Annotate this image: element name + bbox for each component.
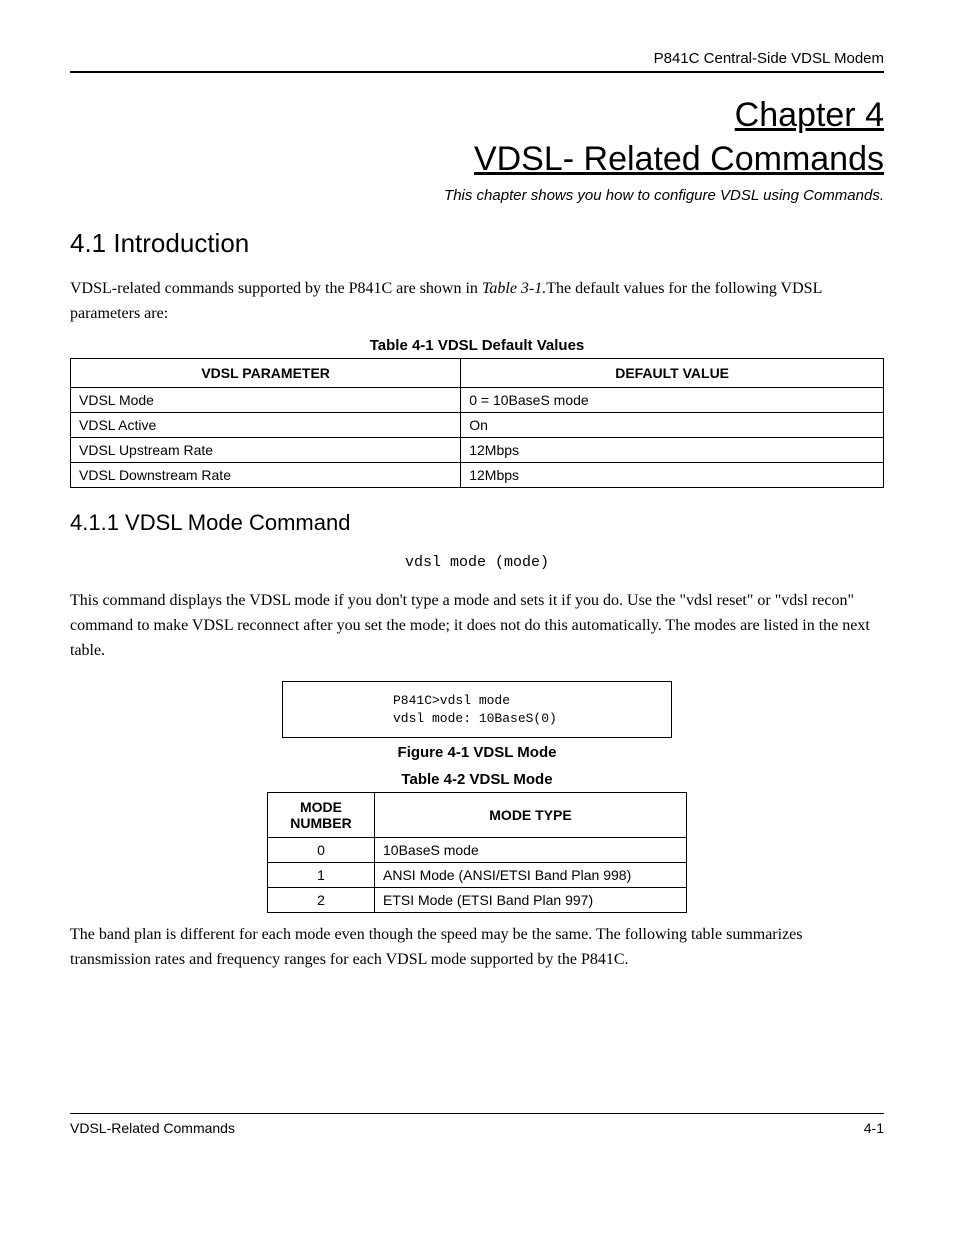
chapter-name: VDSL- Related Commands — [70, 137, 884, 181]
table-row: VDSL Upstream Rate 12Mbps — [71, 437, 884, 462]
footer-rule — [70, 1113, 884, 1114]
figure-4-1-caption: Figure 4-1 VDSL Mode — [70, 744, 884, 761]
table-cell: 1 — [268, 863, 375, 888]
table-header-default: DEFAULT VALUE — [461, 358, 884, 387]
table-header-mode-number: MODE NUMBER — [268, 793, 375, 838]
mode-command-paragraph: This command displays the VDSL mode if y… — [70, 589, 884, 663]
terminal-line-2: vdsl mode: 10BaseS(0) — [393, 711, 557, 726]
table-cell: 12Mbps — [461, 462, 884, 487]
table-cell: VDSL Downstream Rate — [71, 462, 461, 487]
table-cell: VDSL Mode — [71, 387, 461, 412]
section-4-1-1-heading: 4.1.1 VDSL Mode Command — [70, 510, 884, 536]
table-4-1-caption: Table 4-1 VDSL Default Values — [70, 337, 884, 354]
chapter-number: Chapter 4 — [735, 96, 884, 134]
footer-page-number: 4-1 — [864, 1120, 884, 1136]
closing-paragraph: The band plan is different for each mode… — [70, 923, 884, 973]
table-cell: 10BaseS mode — [375, 838, 687, 863]
table-cell: ETSI Mode (ETSI Band Plan 997) — [375, 888, 687, 913]
section-4-1-heading: 4.1 Introduction — [70, 228, 884, 259]
table-header-param: VDSL PARAMETER — [71, 358, 461, 387]
table-row: VDSL Active On — [71, 412, 884, 437]
table-cell: 12Mbps — [461, 437, 884, 462]
table-cell: ANSI Mode (ANSI/ETSI Band Plan 998) — [375, 863, 687, 888]
intro-table-ref: Table 3-1. — [482, 280, 546, 297]
terminal-output: P841C>vdsl mode vdsl mode: 10BaseS(0) — [282, 681, 672, 738]
page-footer: VDSL-Related Commands 4-1 — [70, 1120, 884, 1136]
intro-paragraph: VDSL-related commands supported by the P… — [70, 277, 884, 327]
intro-text-prefix: VDSL-related commands supported by the P… — [70, 280, 482, 297]
header-product-name: P841C Central-Side VDSL Modem — [70, 50, 884, 67]
terminal-line-1: P841C>vdsl mode — [393, 693, 510, 708]
table-row: 0 10BaseS mode — [268, 838, 687, 863]
table-row: VDSL PARAMETER DEFAULT VALUE — [71, 358, 884, 387]
chapter-title: Chapter 4 VDSL- Related Commands — [70, 93, 884, 181]
table-row: VDSL Downstream Rate 12Mbps — [71, 462, 884, 487]
table-4-2-caption: Table 4-2 VDSL Mode — [70, 771, 884, 788]
table-4-1: VDSL PARAMETER DEFAULT VALUE VDSL Mode 0… — [70, 358, 884, 488]
table-cell: VDSL Active — [71, 412, 461, 437]
table-cell: VDSL Upstream Rate — [71, 437, 461, 462]
table-row: 1 ANSI Mode (ANSI/ETSI Band Plan 998) — [268, 863, 687, 888]
chapter-subtitle: This chapter shows you how to configure … — [70, 187, 884, 204]
table-cell: 2 — [268, 888, 375, 913]
command-syntax: vdsl mode (mode) — [70, 554, 884, 571]
table-4-2: MODE NUMBER MODE TYPE 0 10BaseS mode 1 A… — [267, 792, 687, 913]
table-header-mode-type: MODE TYPE — [375, 793, 687, 838]
header-rule — [70, 71, 884, 73]
table-cell: On — [461, 412, 884, 437]
footer-section-name: VDSL-Related Commands — [70, 1120, 235, 1136]
table-row: 2 ETSI Mode (ETSI Band Plan 997) — [268, 888, 687, 913]
table-row: MODE NUMBER MODE TYPE — [268, 793, 687, 838]
table-row: VDSL Mode 0 = 10BaseS mode — [71, 387, 884, 412]
table-cell: 0 = 10BaseS mode — [461, 387, 884, 412]
table-cell: 0 — [268, 838, 375, 863]
